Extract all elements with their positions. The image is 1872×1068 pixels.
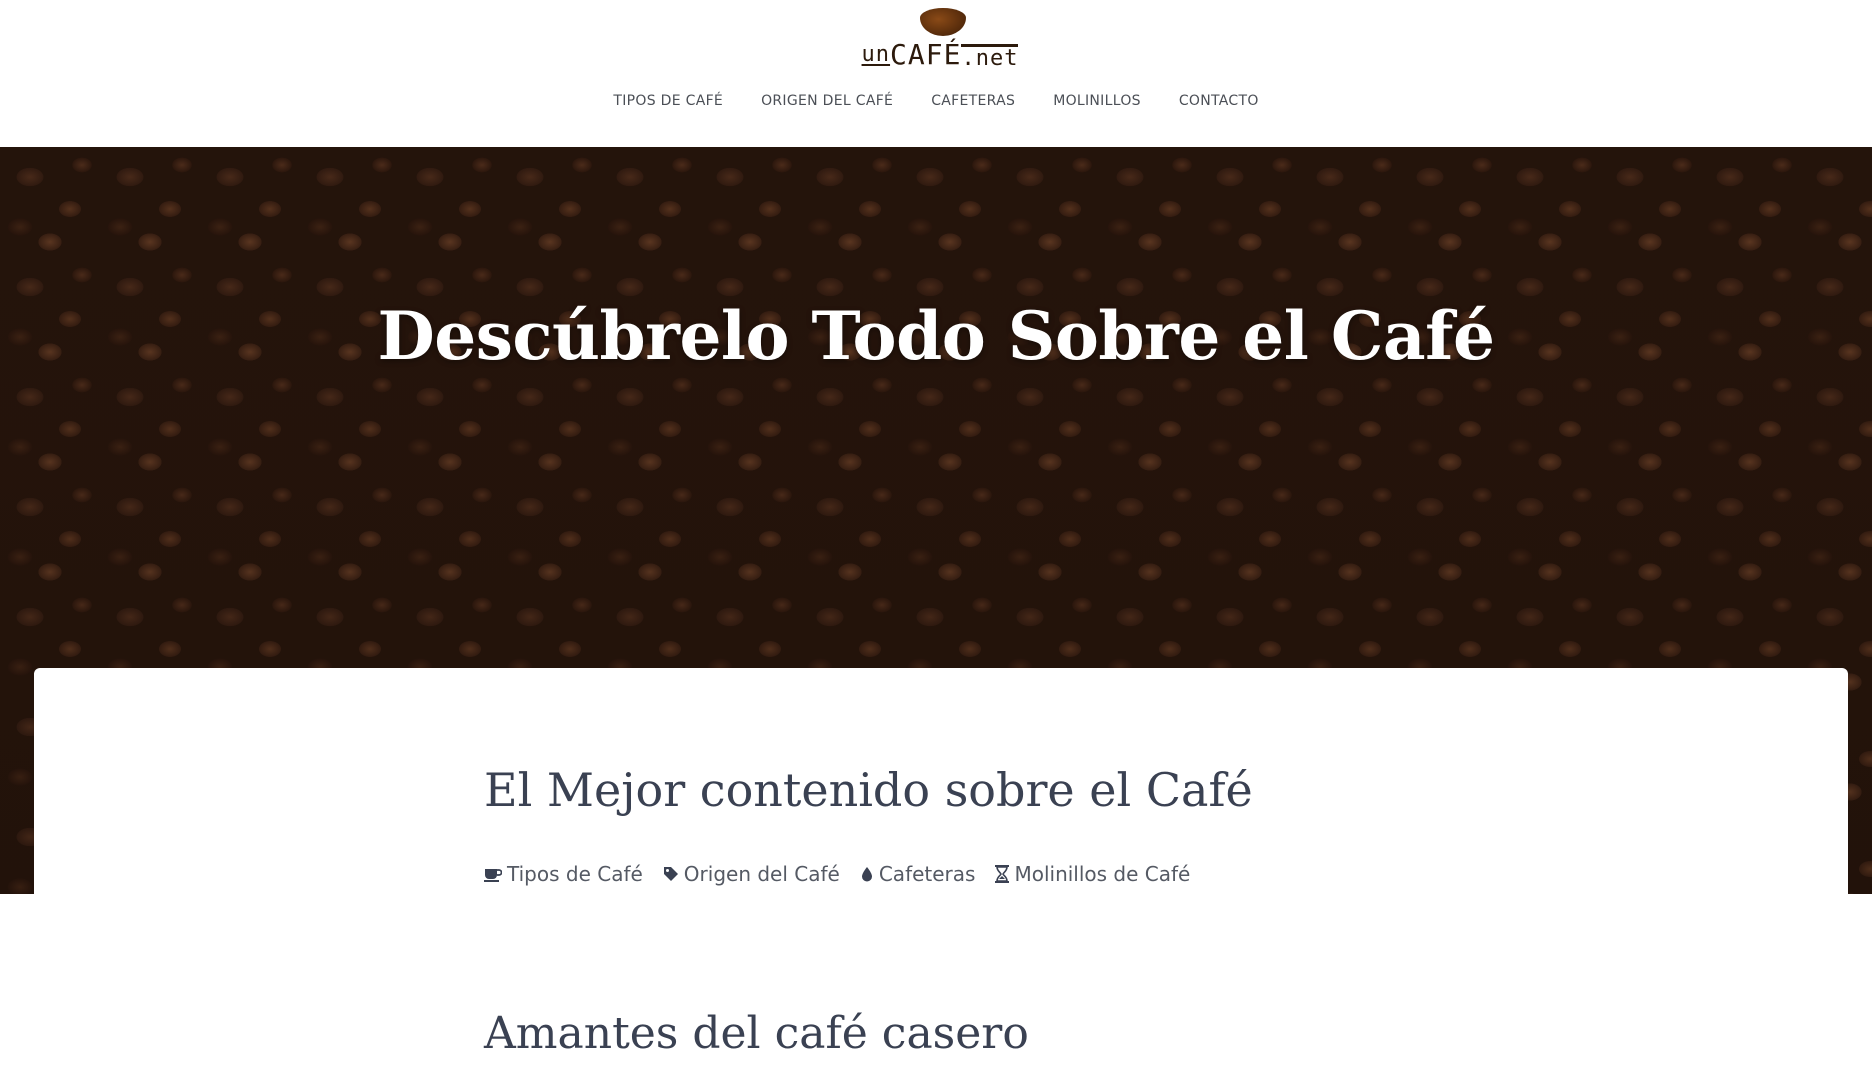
nav-origen-del-cafe[interactable]: ORIGEN DEL CAFÉ bbox=[761, 93, 893, 109]
logo-wordmark: un CAFÉ .net bbox=[862, 40, 1019, 70]
coffee-cup-icon bbox=[484, 866, 502, 882]
category-link-origen[interactable]: Origen del Café bbox=[663, 862, 840, 886]
nav-molinillos[interactable]: MOLINILLOS bbox=[1053, 93, 1141, 109]
logo-main: CAFÉ bbox=[890, 38, 962, 71]
content-card: El Mejor contenido sobre el Café Tipos d… bbox=[34, 668, 1848, 1068]
logo-prefix: un bbox=[861, 42, 891, 67]
category-links: Tipos de Café Origen del Café Cafeteras … bbox=[484, 862, 1190, 886]
site-header: un CAFÉ .net TIPOS DE CAFÉ ORIGEN DEL CAFÉ… bbox=[0, 0, 1872, 147]
hero-banner: Descúbrelo Todo Sobre el Café El Mejor c… bbox=[0, 147, 1872, 1068]
subsection-heading: Amantes del café casero bbox=[484, 1008, 1029, 1059]
logo-suffix: .net bbox=[961, 44, 1019, 71]
category-link-cafeteras[interactable]: Cafeteras bbox=[860, 862, 976, 886]
category-label: Origen del Café bbox=[683, 862, 840, 886]
nav-tipos-de-cafe[interactable]: TIPOS DE CAFÉ bbox=[613, 93, 723, 109]
nav-contacto[interactable]: CONTACTO bbox=[1179, 93, 1259, 109]
category-link-tipos[interactable]: Tipos de Café bbox=[484, 862, 643, 886]
category-link-molinillos[interactable]: Molinillos de Café bbox=[995, 862, 1190, 886]
nav-cafeteras[interactable]: CAFETERAS bbox=[931, 93, 1015, 109]
category-label: Cafeteras bbox=[878, 862, 976, 886]
hero-title: Descúbrelo Todo Sobre el Café bbox=[377, 297, 1495, 375]
water-drop-icon bbox=[860, 866, 874, 882]
coffee-bean-icon bbox=[920, 8, 966, 36]
main-nav: TIPOS DE CAFÉ ORIGEN DEL CAFÉ CAFETERAS … bbox=[0, 93, 1872, 109]
tag-icon bbox=[663, 866, 679, 882]
site-logo[interactable]: un CAFÉ .net bbox=[862, 8, 1019, 78]
hourglass-icon bbox=[995, 865, 1010, 883]
section-heading: El Mejor contenido sobre el Café bbox=[484, 763, 1253, 817]
category-label: Tipos de Café bbox=[507, 862, 643, 886]
category-label: Molinillos de Café bbox=[1014, 862, 1191, 886]
